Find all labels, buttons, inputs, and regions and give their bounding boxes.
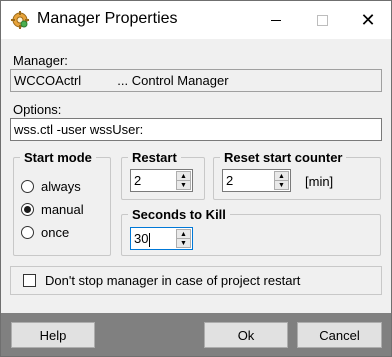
text-caret [149,232,151,247]
title-bar[interactable]: Manager Properties ✕ [1,1,391,39]
minimize-button[interactable] [253,1,299,39]
restart-legend: Restart [132,150,177,165]
reset-counter-unit: [min] [305,174,334,189]
radio-label: always [41,179,81,194]
close-icon: ✕ [360,10,376,30]
seconds-to-kill-spinner[interactable]: 30 ▲ ▼ [130,227,193,250]
reset-counter-spinner[interactable]: 2 ▲ ▼ [222,169,291,192]
maximize-button[interactable] [299,1,345,39]
reset-counter-value: 2 [226,173,234,188]
restart-value: 2 [134,173,142,188]
minimize-icon [271,19,281,21]
seconds-to-kill-value: 30 [134,231,151,247]
dont-stop-checkbox[interactable] [23,274,36,287]
radio-label: once [41,225,70,240]
dont-stop-option: Don't stop manager in case of project re… [10,266,382,295]
spin-down-icon[interactable]: ▼ [274,181,289,190]
seconds-to-kill-legend: Seconds to Kill [132,207,226,222]
start-mode-legend: Start mode [24,150,92,165]
radio-once[interactable]: once [21,225,69,240]
reset-counter-legend: Reset start counter [224,150,343,165]
options-input[interactable]: wss.ctl -user wssUser: [10,118,382,141]
options-label: Options: [13,102,62,117]
spin-down-icon[interactable]: ▼ [176,239,191,248]
dont-stop-label[interactable]: Don't stop manager in case of project re… [45,273,300,288]
close-button[interactable]: ✕ [345,1,391,39]
radio-circle [21,180,34,193]
manager-properties-dialog: Manager Properties ✕ Manager: WCCOActrl … [0,0,392,357]
cancel-button[interactable]: Cancel [297,322,382,348]
manager-label: Manager: [13,53,68,68]
spin-up-icon[interactable]: ▲ [274,171,289,181]
radio-label: manual [41,202,84,217]
radio-circle [21,226,34,239]
spin-up-icon[interactable]: ▲ [176,171,191,181]
spin-down-icon[interactable]: ▼ [176,181,191,190]
spin-up-icon[interactable]: ▲ [176,229,191,239]
radio-always[interactable]: always [21,179,81,194]
window-title: Manager Properties [37,10,178,27]
ok-button[interactable]: Ok [204,322,288,348]
maximize-icon [316,14,328,26]
gear-icon [11,11,29,29]
restart-spinner[interactable]: 2 ▲ ▼ [130,169,193,192]
help-button[interactable]: Help [11,322,95,348]
radio-manual[interactable]: manual [21,202,84,217]
radio-circle-selected [21,203,34,216]
manager-field: WCCOActrl ... Control Manager [10,69,382,92]
